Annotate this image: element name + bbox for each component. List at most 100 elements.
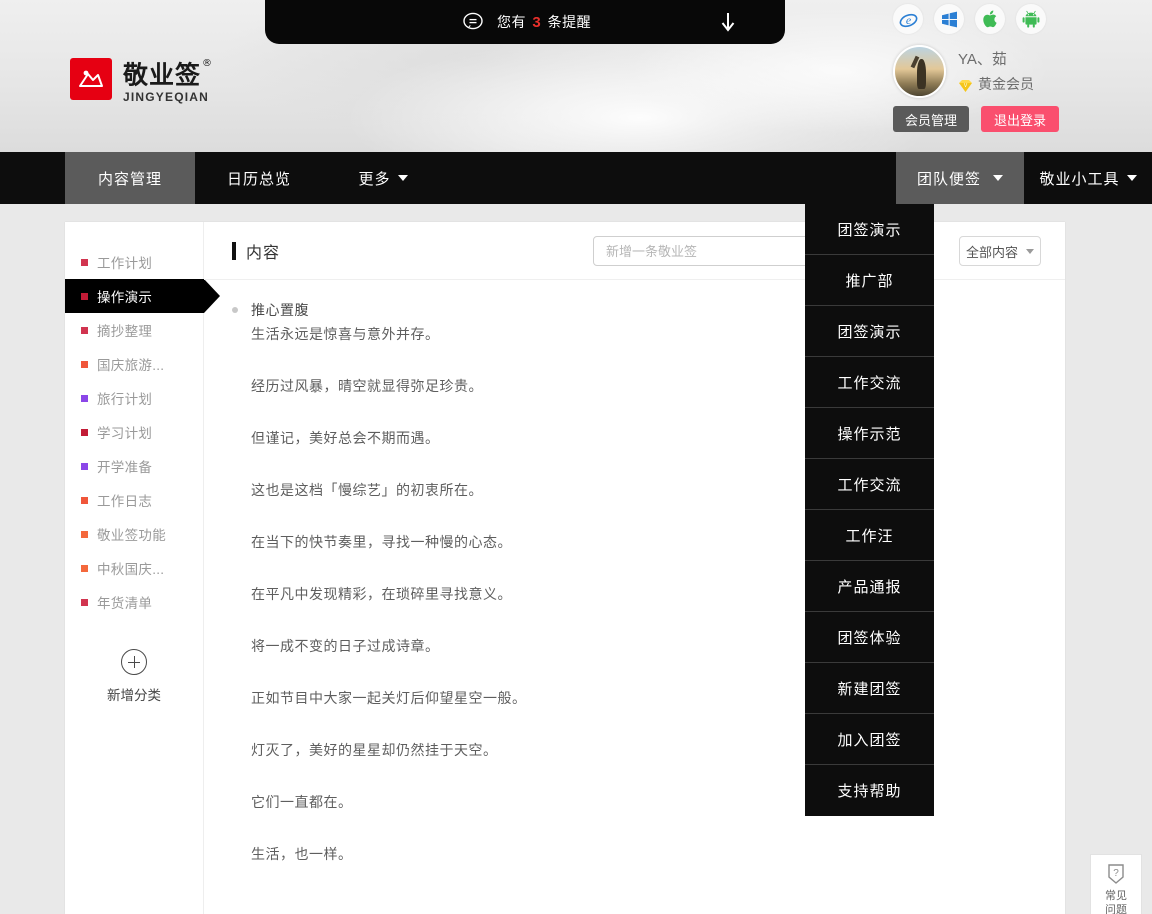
ie-icon[interactable]: e [893, 4, 923, 34]
category-sidebar: 工作计划 操作演示 摘抄整理 国庆旅游... 旅行计划 学习计划 开学准备 工作… [65, 222, 220, 914]
note-line: 但谨记，美好总会不期而遇。 [251, 430, 440, 446]
category-label: 操作演示 [97, 290, 153, 305]
nav-left-group: 内容管理 日历总览 更多 [65, 152, 443, 204]
faq-label-line2: 问题 [1105, 904, 1127, 914]
category-label: 旅行计划 [97, 392, 153, 407]
category-label: 中秋国庆... [97, 562, 165, 577]
sidebar-item-operation-demo[interactable]: 操作演示 [65, 279, 220, 313]
faq-label-line1: 常见 [1105, 890, 1127, 902]
question-shield-icon: ? [1104, 862, 1128, 886]
android-icon[interactable] [1016, 4, 1046, 34]
dropdown-item[interactable]: 工作交流 [805, 459, 934, 510]
notification-text: 您有 3 条提醒 [497, 12, 591, 32]
nav-item-calendar-overview[interactable]: 日历总览 [195, 152, 323, 204]
registered-mark: ® [202, 58, 214, 69]
note-line: 在当下的快节奏里，寻找一种慢的心态。 [251, 534, 512, 550]
platform-icon-list: e [893, 4, 1046, 34]
main-navigation: 内容管理 日历总览 更多 团队便签 敬业小工具 团签演示 推广部 团签演示 工作… [0, 152, 1152, 816]
dropdown-item[interactable]: 工作汪 [805, 510, 934, 561]
dropdown-item[interactable]: 加入团签 [805, 714, 934, 765]
category-label: 学习计划 [97, 426, 153, 441]
sidebar-item-excerpt[interactable]: 摘抄整理 [65, 313, 203, 347]
sidebar-item-midautumn-nationalday[interactable]: 中秋国庆... [65, 551, 203, 585]
title-accent-bar [232, 241, 236, 260]
list-item[interactable]: 推心置腹 生活永远是惊喜与意外并存。 经历过风暴，晴空就显得弥足珍贵。 但谨记，… [232, 298, 1065, 866]
notification-bar[interactable]: 您有 3 条提醒 [265, 0, 785, 44]
logo-name-cn: 敬业签® [123, 58, 214, 90]
dropdown-item[interactable]: 团签演示 [805, 204, 934, 255]
dropdown-item[interactable]: 工作交流 [805, 357, 934, 408]
dropdown-item[interactable]: 新建团签 [805, 663, 934, 714]
notification-text-after: 条提醒 [547, 14, 592, 30]
sidebar-item-newyear-shopping[interactable]: 年货清单 [65, 585, 203, 619]
svg-text:e: e [905, 13, 911, 27]
nav-item-more[interactable]: 更多 [323, 152, 443, 204]
faq-widget[interactable]: ? 常见 问题 [1090, 854, 1142, 914]
brand-logo[interactable]: 敬业签® JINGYEQIAN [70, 58, 212, 104]
note-line [251, 710, 1065, 738]
page-title: 内容 [232, 239, 280, 263]
chevron-down-icon [1026, 248, 1034, 254]
note-bullet-icon [232, 307, 238, 313]
content-filter-dropdown[interactable]: 全部内容 [959, 236, 1041, 266]
dropdown-item[interactable]: 操作示范 [805, 408, 934, 459]
avatar[interactable] [893, 45, 946, 98]
sidebar-item-national-day-trip[interactable]: 国庆旅游... [65, 347, 203, 381]
note-line: 这也是这档「慢综艺」的初衷所在。 [251, 482, 483, 498]
category-color-dot [81, 462, 88, 470]
category-color-dot [81, 292, 88, 300]
note-line [251, 502, 1065, 530]
nav-label: 更多 [358, 170, 391, 188]
windows-icon[interactable] [934, 4, 964, 34]
nav-label: 日历总览 [226, 170, 291, 188]
note-line [251, 398, 1065, 426]
dropdown-item[interactable]: 产品通报 [805, 561, 934, 612]
member-management-button[interactable]: 会员管理 [893, 106, 969, 132]
dropdown-item[interactable]: 团签体验 [805, 612, 934, 663]
category-color-dot [81, 598, 88, 606]
category-color-dot [81, 496, 88, 504]
category-label: 年货清单 [97, 596, 153, 611]
down-arrow-icon[interactable] [719, 12, 737, 32]
user-panel: YA、茹 V 黄金会员 会员管理 退出登录 [893, 45, 1059, 132]
note-line: 生活永远是惊喜与意外并存。 [251, 326, 440, 342]
nav-right-group: 团队便签 敬业小工具 [896, 152, 1152, 204]
dropdown-item[interactable]: 推广部 [805, 255, 934, 306]
message-icon [462, 11, 484, 33]
sidebar-item-app-features[interactable]: 敬业签功能 [65, 517, 203, 551]
note-content-area: 内容 全部内容 推心置腹 生活永远是惊喜与意外并存。 经历过风暴，晴空就显得弥足… [204, 222, 1065, 914]
sidebar-item-school-prep[interactable]: 开学准备 [65, 449, 203, 483]
chevron-down-icon [397, 175, 408, 181]
note-line [251, 762, 1065, 790]
category-label: 敬业签功能 [97, 528, 166, 543]
apple-icon[interactable] [975, 4, 1005, 34]
sidebar-item-study-plan[interactable]: 学习计划 [65, 415, 203, 449]
user-level: V 黄金会员 [958, 73, 1034, 95]
sidebar-item-travel-plan[interactable]: 旅行计划 [65, 381, 203, 415]
nav-item-content-management[interactable]: 内容管理 [65, 152, 195, 204]
note-line [251, 450, 1065, 478]
add-category-button[interactable]: 新增分类 [65, 649, 203, 704]
nav-item-tools[interactable]: 敬业小工具 [1024, 152, 1152, 204]
logout-button[interactable]: 退出登录 [981, 106, 1059, 132]
logo-name-en: JINGYEQIAN [123, 90, 210, 105]
category-color-dot [81, 428, 88, 436]
dropdown-item[interactable]: 团签演示 [805, 306, 934, 357]
note-list: 推心置腹 生活永远是惊喜与意外并存。 经历过风暴，晴空就显得弥足珍贵。 但谨记，… [204, 280, 1065, 914]
sidebar-item-work-log[interactable]: 工作日志 [65, 483, 203, 517]
user-name: YA、茹 [958, 50, 1007, 68]
logo-mark-icon [70, 58, 112, 100]
note-line [251, 346, 1065, 374]
nav-label: 敬业小工具 [1039, 170, 1120, 188]
category-label: 工作日志 [97, 494, 153, 509]
content-filter-label: 全部内容 [965, 244, 1018, 260]
page-body: 工作计划 操作演示 摘抄整理 国庆旅游... 旅行计划 学习计划 开学准备 工作… [0, 204, 1152, 914]
nav-item-team-notes[interactable]: 团队便签 [896, 152, 1024, 204]
sidebar-item-work-plan[interactable]: 工作计划 [65, 245, 203, 279]
plus-circle-icon [121, 649, 147, 675]
page-title-label: 内容 [246, 244, 281, 262]
note-line: 经历过风暴，晴空就显得弥足珍贵。 [251, 378, 483, 394]
category-color-dot [81, 530, 88, 538]
dropdown-item[interactable]: 支持帮助 [805, 765, 934, 816]
note-line: 它们一直都在。 [251, 794, 353, 810]
